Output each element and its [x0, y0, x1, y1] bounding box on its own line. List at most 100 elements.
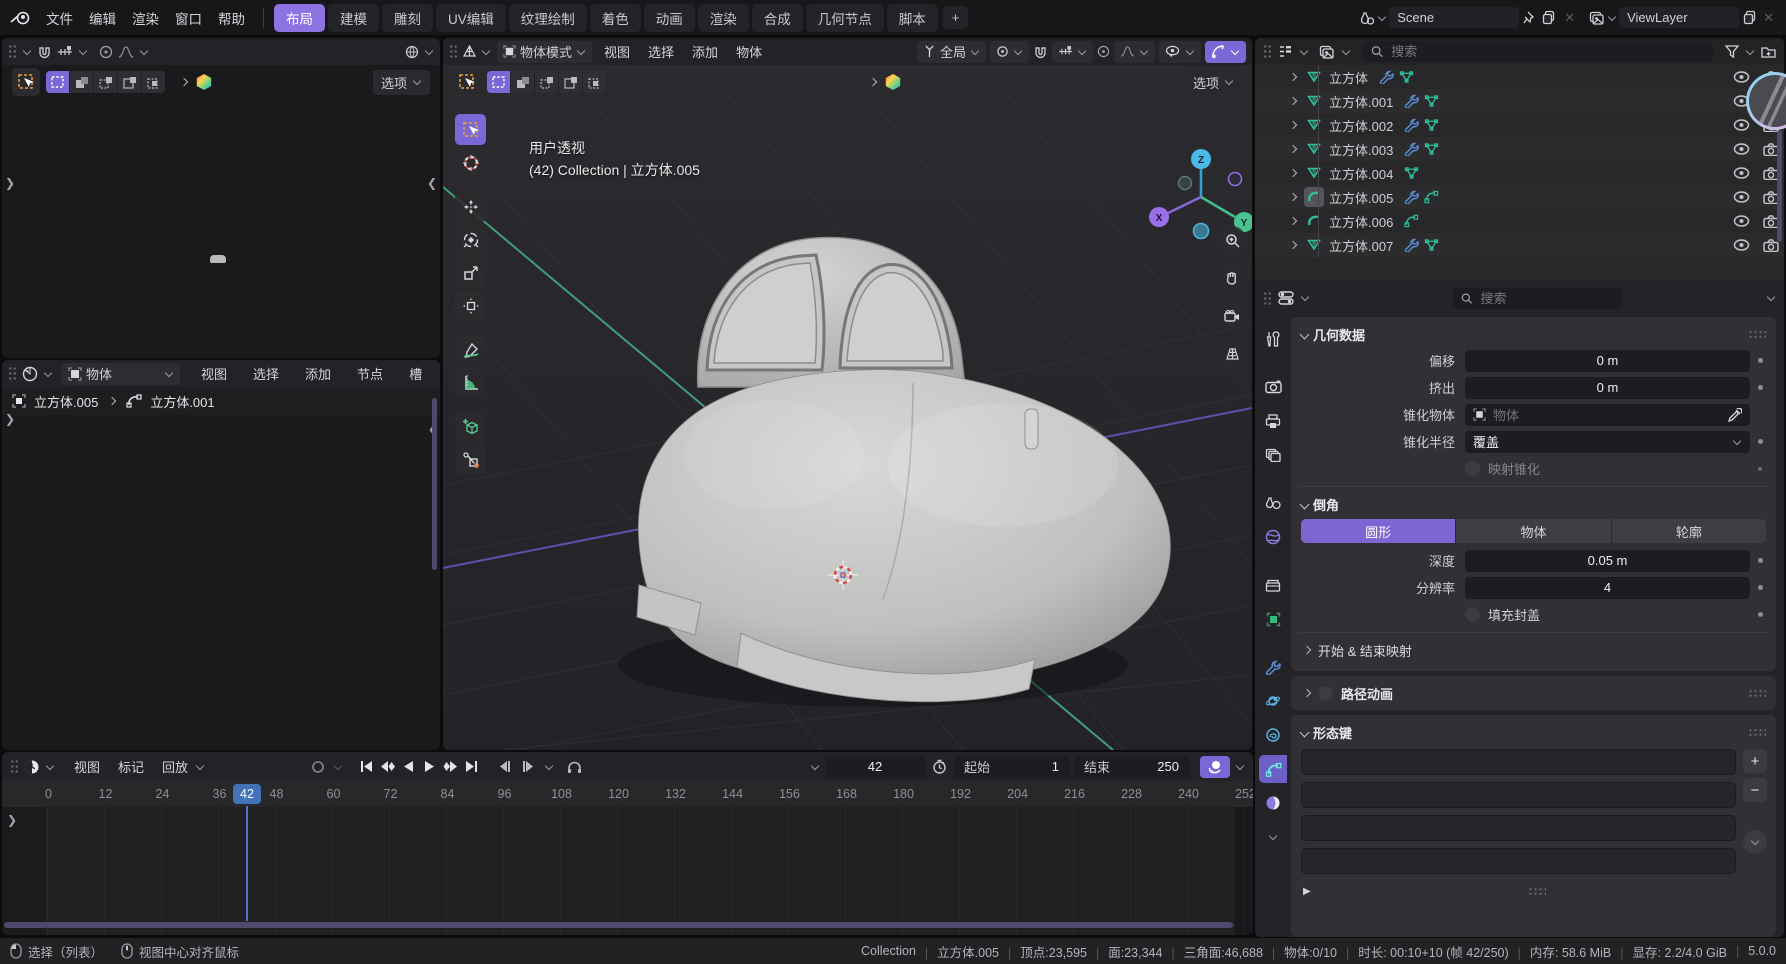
outliner-row[interactable]: 立方体.004 — [1255, 161, 1784, 185]
topbar-menu-item[interactable]: 窗口 — [167, 6, 210, 30]
previous-keyframe-button[interactable] — [377, 756, 397, 778]
path-animation-checkbox[interactable] — [1318, 686, 1333, 701]
falloff-dropdown[interactable] — [1114, 41, 1155, 63]
jump-to-end-button[interactable] — [461, 756, 481, 778]
proportional-edit-icon[interactable] — [99, 45, 113, 59]
shape-keys-title-row[interactable]: 形态键 — [1297, 719, 1770, 745]
tab-scene[interactable] — [1259, 489, 1287, 517]
viewport-canvas[interactable]: Z X Y 用户透视 (42) Collection | 立方体.005 — [443, 65, 1252, 750]
geometry-nodes-icon[interactable] — [885, 74, 901, 90]
bevel-mode-tab[interactable]: 物体 — [1456, 519, 1611, 543]
move-tool[interactable] — [455, 191, 486, 222]
gizmos-dropdown[interactable] — [1205, 41, 1246, 63]
object-name[interactable]: 立方体.002 — [1329, 116, 1393, 135]
expand-arrow-icon[interactable] — [1289, 121, 1297, 129]
object-name[interactable]: 立方体.001 — [1329, 92, 1393, 111]
workspace-tab[interactable]: 布局 — [274, 4, 325, 32]
depth-field[interactable]: 0.05 m — [1465, 550, 1750, 572]
rotate-tool[interactable] — [455, 224, 486, 255]
remove-viewlayer-icon[interactable]: ✕ — [1763, 10, 1774, 26]
workspace-tab[interactable]: 几何节点 — [806, 4, 884, 32]
list-resize-grip[interactable] — [1528, 887, 1546, 896]
use-preview-range-icon[interactable] — [932, 759, 947, 774]
collapse-chevron-icon[interactable] — [1300, 499, 1310, 509]
bevel-mode-tab[interactable]: 轮廓 — [1612, 519, 1766, 543]
animate-dot[interactable] — [1758, 585, 1763, 590]
bevel-title-row[interactable]: 倒角 — [1297, 491, 1770, 517]
shader-type-dropdown[interactable]: 物体 — [62, 363, 180, 385]
object-name[interactable]: 立方体.005 — [1329, 188, 1393, 207]
shader-editor-type-icon[interactable] — [22, 366, 38, 382]
transform-orientation-dropdown[interactable]: 全局 — [917, 41, 986, 63]
pivot-point-dropdown[interactable] — [990, 41, 1029, 63]
properties-options-chevron[interactable] — [1767, 293, 1775, 301]
playhead-line[interactable] — [246, 806, 248, 921]
secondary-viewport-canvas[interactable] — [2, 99, 440, 358]
object-name[interactable]: 立方体.007 — [1329, 236, 1393, 255]
hide-eye-icon[interactable] — [1729, 239, 1753, 251]
playback-popover-chevron[interactable] — [811, 761, 819, 769]
proportional-edit-icon[interactable] — [1097, 45, 1110, 58]
modifier-wrench-icon[interactable] — [1404, 142, 1419, 156]
outliner-search-input[interactable] — [1389, 43, 1705, 60]
map-taper-checkbox[interactable] — [1465, 461, 1480, 476]
shader-editor-canvas[interactable] — [2, 415, 440, 750]
remove-shape-key-button[interactable]: − — [1743, 778, 1767, 802]
shape-key-list[interactable] — [1301, 749, 1736, 874]
outliner-row[interactable]: 立方体.001 — [1255, 89, 1784, 113]
drag-grip[interactable] — [8, 44, 17, 59]
timeline-menu-item[interactable]: 回放 — [154, 755, 196, 778]
select-mode-extend-button[interactable] — [70, 71, 93, 93]
workspace-tab[interactable]: 着色 — [590, 4, 641, 32]
display-mode-chevron[interactable] — [1342, 46, 1350, 54]
scene-dropdown-chevron[interactable] — [1378, 12, 1386, 20]
keying-insert-button[interactable] — [1200, 756, 1230, 778]
outliner-editor-type-icon[interactable] — [1278, 45, 1293, 58]
collapse-chevron-icon[interactable] — [1300, 727, 1310, 737]
expand-arrow-icon[interactable] — [1289, 73, 1297, 81]
object-type-icon[interactable] — [1304, 211, 1324, 231]
tab-tool[interactable] — [1259, 325, 1287, 353]
outliner-row[interactable]: 立方体.002 — [1255, 113, 1784, 137]
workspace-tab[interactable]: UV编辑 — [436, 4, 506, 32]
outliner-row[interactable]: 立方体.006 — [1255, 209, 1784, 233]
editor-type-chevron[interactable] — [44, 368, 52, 376]
outliner-search[interactable] — [1363, 41, 1713, 62]
shader-menu-item[interactable]: 视图 — [193, 362, 235, 385]
object-name[interactable]: 立方体.006 — [1329, 212, 1393, 231]
drag-grip[interactable] — [1263, 291, 1272, 306]
camera-view-button[interactable] — [1218, 302, 1246, 330]
tweak-tool-button[interactable] — [453, 68, 481, 96]
shader-menu-item[interactable]: 添加 — [297, 362, 339, 385]
falloff-curve-icon[interactable] — [118, 46, 134, 58]
drag-grip[interactable] — [10, 759, 19, 774]
viewport-menu-item[interactable]: 添加 — [684, 40, 726, 63]
object-data-icon[interactable] — [1424, 94, 1439, 108]
annotate-tool[interactable] — [455, 334, 486, 365]
tab-material[interactable] — [1259, 789, 1287, 817]
pin-scene-icon[interactable] — [1523, 11, 1536, 25]
measure-tool[interactable] — [455, 367, 486, 398]
current-frame-field[interactable]: 42 — [825, 756, 925, 778]
panel-grip[interactable] — [1748, 728, 1766, 737]
topbar-menu-item[interactable]: 文件 — [38, 6, 81, 30]
outliner-row[interactable]: 立方体 — [1255, 65, 1784, 89]
expand-arrow-icon[interactable] — [1289, 193, 1297, 201]
trim-tool[interactable] — [455, 444, 486, 475]
object-data-icon[interactable] — [1399, 70, 1414, 84]
hide-eye-icon[interactable] — [1729, 215, 1753, 227]
unlink-scene-icon[interactable]: ✕ — [1564, 10, 1575, 26]
keying-dropdown-chevron[interactable] — [334, 761, 342, 769]
outliner-row[interactable]: 立方体.003 — [1255, 137, 1784, 161]
scene-browse-icon[interactable] — [1359, 11, 1375, 25]
tab-object[interactable] — [1259, 605, 1287, 633]
cursor-tool[interactable] — [455, 147, 486, 178]
select-mode-intersect-button[interactable] — [142, 71, 165, 93]
tab-constraints[interactable] — [1259, 721, 1287, 749]
blender-logo-icon[interactable] — [10, 11, 30, 25]
orthographic-toggle-button[interactable] — [1218, 340, 1246, 368]
animate-dot[interactable] — [1758, 358, 1763, 363]
animate-dot[interactable] — [1758, 385, 1763, 390]
auto-keying-record-icon[interactable] — [308, 760, 328, 774]
object-data-icon[interactable] — [1424, 118, 1439, 132]
